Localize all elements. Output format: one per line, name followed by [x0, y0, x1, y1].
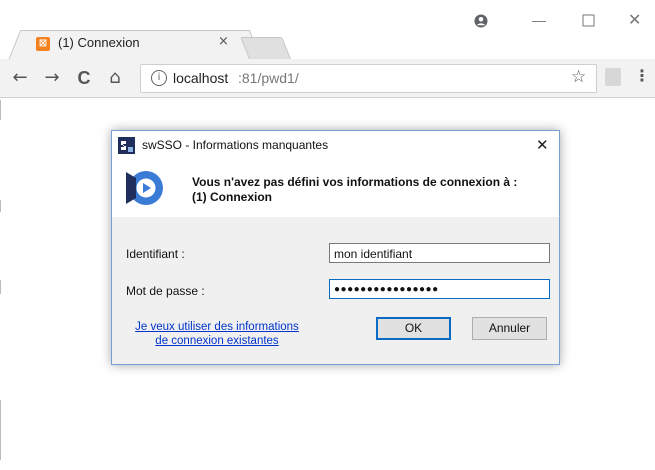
ok-button[interactable]: OK [376, 317, 451, 340]
address-bar[interactable]: i localhost :81/pwd1/ ☆ [140, 64, 597, 93]
browser-toolbar: ← → C ⌂ i localhost :81/pwd1/ ☆ [0, 59, 655, 98]
reload-icon[interactable]: C [73, 67, 95, 89]
cancel-button[interactable]: Annuler [472, 317, 547, 340]
swsso-logo-icon [126, 171, 163, 205]
profile-icon[interactable] [474, 14, 488, 28]
new-tab-button[interactable] [240, 37, 292, 61]
url-host: localhost [173, 70, 229, 86]
tab-title: (1) Connexion [58, 35, 140, 50]
password-label: Mot de passe : [126, 284, 205, 298]
swsso-app-icon [118, 137, 135, 154]
page-edge-mark [0, 280, 1, 294]
minimize-button[interactable]: — [532, 12, 546, 28]
site-name: (1) Connexion [192, 190, 272, 204]
dialog-form: Identifiant : mon identifiant Mot de pas… [112, 217, 559, 364]
dialog-close-icon[interactable]: ✕ [536, 136, 549, 154]
identifier-field[interactable]: mon identifiant [329, 243, 550, 263]
page-edge-mark [0, 400, 1, 460]
identifier-label: Identifiant : [126, 247, 185, 261]
window-close-button[interactable]: ✕ [628, 10, 644, 29]
page-edge-mark [0, 100, 1, 120]
url-path: :81/pwd1/ [238, 70, 299, 86]
use-existing-credentials-link[interactable]: Je veux utiliser des informations de con… [112, 320, 322, 348]
info-icon[interactable]: i [151, 70, 167, 86]
browser-title-strip: ⊠ (1) Connexion × — ✕ [0, 0, 655, 61]
missing-info-message: Vous n'avez pas défini vos informations … [192, 175, 518, 189]
star-icon[interactable]: ☆ [571, 67, 586, 87]
back-arrow-icon[interactable]: ← [9, 67, 31, 89]
tab-close-icon[interactable]: × [218, 34, 229, 49]
xampp-favicon-icon: ⊠ [36, 37, 50, 51]
maximize-button[interactable] [582, 12, 596, 28]
link-line-2[interactable]: de connexion existantes [112, 334, 322, 348]
home-icon[interactable]: ⌂ [104, 67, 126, 89]
dialog-titlebar: swSSO - Informations manquantes ✕ [112, 131, 559, 160]
kebab-menu-icon[interactable]: ⋮ [634, 66, 650, 85]
dialog-title: swSSO - Informations manquantes [142, 138, 329, 152]
link-line-1[interactable]: Je veux utiliser des informations [112, 320, 322, 334]
pdf-extension-icon[interactable] [605, 68, 621, 86]
swsso-dialog: swSSO - Informations manquantes ✕ Vous n… [111, 130, 560, 365]
forward-arrow-icon[interactable]: → [41, 67, 63, 89]
page-edge-mark [0, 200, 1, 212]
password-field[interactable]: ●●●●●●●●●●●●●●●● [329, 279, 550, 299]
dialog-header: Vous n'avez pas défini vos informations … [112, 160, 559, 218]
tab-connexion[interactable]: ⊠ (1) Connexion × [23, 30, 247, 61]
